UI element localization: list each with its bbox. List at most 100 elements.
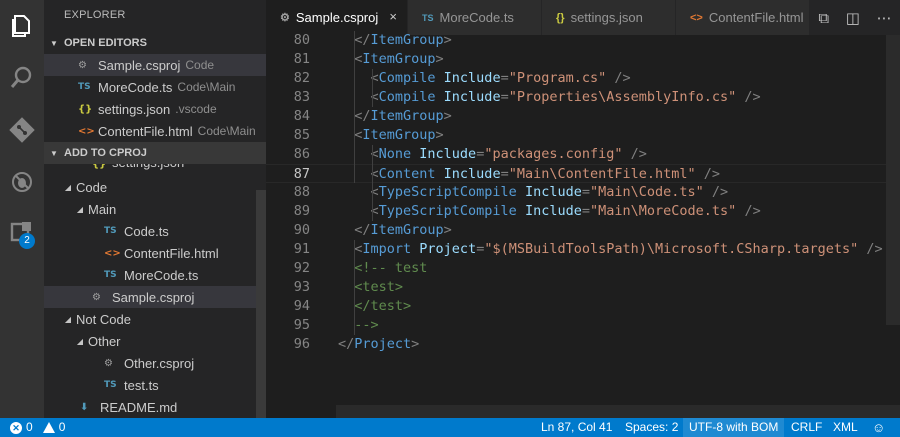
code-text: <Compile Include="Program.cs" /> xyxy=(338,70,631,86)
tab-morecode-ts[interactable]: TS MoreCode.ts xyxy=(408,0,542,35)
language-mode[interactable]: XML xyxy=(833,418,858,437)
code-line[interactable]: 90 </ItemGroup> xyxy=(266,221,900,240)
line-number: 87 xyxy=(293,166,310,182)
line-number: 82 xyxy=(293,70,310,86)
code-line[interactable]: 82 <Compile Include="Program.cs" /> xyxy=(266,69,900,88)
debug-icon[interactable] xyxy=(6,166,38,198)
open-changes-icon[interactable]: ⧉ xyxy=(818,9,829,27)
code-text: <Content Include="Main\ContentFile.html"… xyxy=(338,166,721,182)
tree-file[interactable]: ⚙ Other.csproj xyxy=(44,352,266,374)
encoding[interactable]: UTF-8 with BOM xyxy=(683,418,785,437)
code-text: <test> xyxy=(338,279,404,295)
gear-icon: ⚙ xyxy=(104,357,113,369)
tree-file[interactable]: ⬇ README.md xyxy=(44,396,266,418)
line-number: 81 xyxy=(293,51,310,67)
code-line[interactable]: 95 --> xyxy=(266,316,900,335)
code-line[interactable]: 83 <Compile Include="Properties\Assembly… xyxy=(266,88,900,107)
chevron-down-icon: ▼ xyxy=(50,148,58,158)
markdown-file-icon: ⬇ xyxy=(80,401,89,413)
tab-settings-json[interactable]: {} settings.json xyxy=(542,0,676,35)
line-number: 92 xyxy=(293,260,310,276)
tree-file[interactable]: TS test.ts xyxy=(44,374,266,396)
tree-folder[interactable]: ◢ Main xyxy=(44,198,266,220)
add-to-cproj-header[interactable]: ▼ ADD TO CPROJ xyxy=(44,142,266,164)
tab-bar: ⚙ Sample.csproj × TS MoreCode.ts {} sett… xyxy=(266,0,900,35)
code-line[interactable]: 94 </test> xyxy=(266,297,900,316)
horizontal-scrollbar[interactable] xyxy=(336,405,900,418)
search-icon[interactable] xyxy=(6,62,38,94)
gear-icon: ⚙ xyxy=(92,291,101,303)
line-number: 86 xyxy=(293,146,310,162)
ts-file-icon: TS xyxy=(422,12,434,23)
code-text: <Import Project="$(MSBuildToolsPath)\Mic… xyxy=(338,241,883,257)
code-text: <TypeScriptCompile Include="Main\MoreCod… xyxy=(338,203,761,219)
indentation[interactable]: Spaces: 2 xyxy=(625,418,678,437)
line-number: 90 xyxy=(293,222,310,238)
code-line[interactable]: 89 <TypeScriptCompile Include="Main\More… xyxy=(266,202,900,221)
cursor-position[interactable]: Ln 87, Col 41 xyxy=(541,418,612,437)
more-actions-icon[interactable]: ⋯ xyxy=(877,9,892,27)
tree-file[interactable]: ⚙ Sample.csproj xyxy=(44,286,266,308)
line-endings[interactable]: CRLF xyxy=(791,418,822,437)
warning-icon xyxy=(42,422,55,433)
open-editors-header[interactable]: ▼ OPEN EDITORS xyxy=(44,32,266,54)
vertical-scrollbar[interactable] xyxy=(886,35,900,325)
sidebar-title: EXPLORER xyxy=(64,9,126,21)
close-icon[interactable]: × xyxy=(389,9,397,24)
ts-file-icon: TS xyxy=(78,82,91,92)
code-line[interactable]: 93 <test> xyxy=(266,278,900,297)
tree-file[interactable]: <> ContentFile.html xyxy=(44,242,266,264)
line-number: 91 xyxy=(293,241,310,257)
line-number: 96 xyxy=(293,336,310,352)
code-line[interactable]: 87 <Content Include="Main\ContentFile.ht… xyxy=(266,164,900,183)
line-number: 89 xyxy=(293,203,310,219)
code-line[interactable]: 88 <TypeScriptCompile Include="Main\Code… xyxy=(266,183,900,202)
code-text: </ItemGroup> xyxy=(354,108,452,124)
activity-bar: 2 xyxy=(0,0,44,418)
line-number: 88 xyxy=(293,184,310,200)
chevron-down-icon: ◢ xyxy=(76,204,84,214)
html-file-icon: <> xyxy=(690,11,703,24)
open-editor-item[interactable]: <> ContentFile.html Code\Main xyxy=(44,120,266,142)
sidebar-scrollbar[interactable] xyxy=(256,190,266,418)
problems-indicator[interactable]: ✕ 0 0 xyxy=(10,418,65,437)
code-line[interactable]: 92 <!-- test xyxy=(266,259,900,278)
error-count: 0 xyxy=(26,420,33,434)
tree-file[interactable]: TS Code.ts xyxy=(44,220,266,242)
tab-sample-csproj[interactable]: ⚙ Sample.csproj × xyxy=(266,0,408,35)
code-line[interactable]: 96 </Project> xyxy=(266,335,900,354)
gear-icon: ⚙ xyxy=(280,12,290,24)
open-editor-item[interactable]: {} settings.json .vscode xyxy=(44,98,266,120)
chevron-down-icon: ◢ xyxy=(64,182,72,192)
code-text: <Compile Include="Properties\AssemblyInf… xyxy=(338,89,761,105)
code-line[interactable]: 91 <Import Project="$(MSBuildToolsPath)\… xyxy=(266,240,900,259)
line-number: 85 xyxy=(293,127,310,143)
editor-actions: ⧉ ◫ ⋯ xyxy=(810,0,900,35)
feedback-icon[interactable]: ☺ xyxy=(872,418,885,437)
code-text: </ItemGroup> xyxy=(338,222,452,238)
explorer-files-icon[interactable] xyxy=(6,10,38,42)
line-number: 83 xyxy=(293,89,310,105)
source-control-icon[interactable] xyxy=(6,114,38,146)
split-editor-icon[interactable]: ◫ xyxy=(846,9,860,27)
code-line[interactable]: 81 <ItemGroup> xyxy=(266,50,900,69)
code-line[interactable]: 80 </ItemGroup> xyxy=(266,31,900,50)
tree-folder[interactable]: ◢ Other xyxy=(44,330,266,352)
indent-guide xyxy=(354,31,355,183)
gear-icon: ⚙ xyxy=(78,59,87,71)
code-line[interactable]: 84 </ItemGroup> xyxy=(266,107,900,126)
code-text: </Project> xyxy=(338,336,420,352)
chevron-down-icon: ◢ xyxy=(64,314,72,324)
indent-guide xyxy=(372,69,373,107)
tab-contentfile-html[interactable]: <> ContentFile.html xyxy=(676,0,810,35)
ts-file-icon: TS xyxy=(104,380,117,390)
code-line[interactable]: 86 <None Include="packages.config" /> xyxy=(266,145,900,164)
code-line[interactable]: 85 <ItemGroup> xyxy=(266,126,900,145)
tree-file[interactable]: TS MoreCode.ts xyxy=(44,264,266,286)
open-editor-item[interactable]: ⚙ Sample.csproj Code xyxy=(44,54,266,76)
tree-folder[interactable]: ◢ Code xyxy=(44,176,266,198)
tree-folder[interactable]: ◢ Not Code xyxy=(44,308,266,330)
open-editor-item[interactable]: TS MoreCode.ts Code\Main xyxy=(44,76,266,98)
code-editor[interactable]: 80 </ItemGroup> 81 <ItemGroup> 82 <Compile… xyxy=(266,31,900,418)
code-text: </test> xyxy=(338,298,412,314)
